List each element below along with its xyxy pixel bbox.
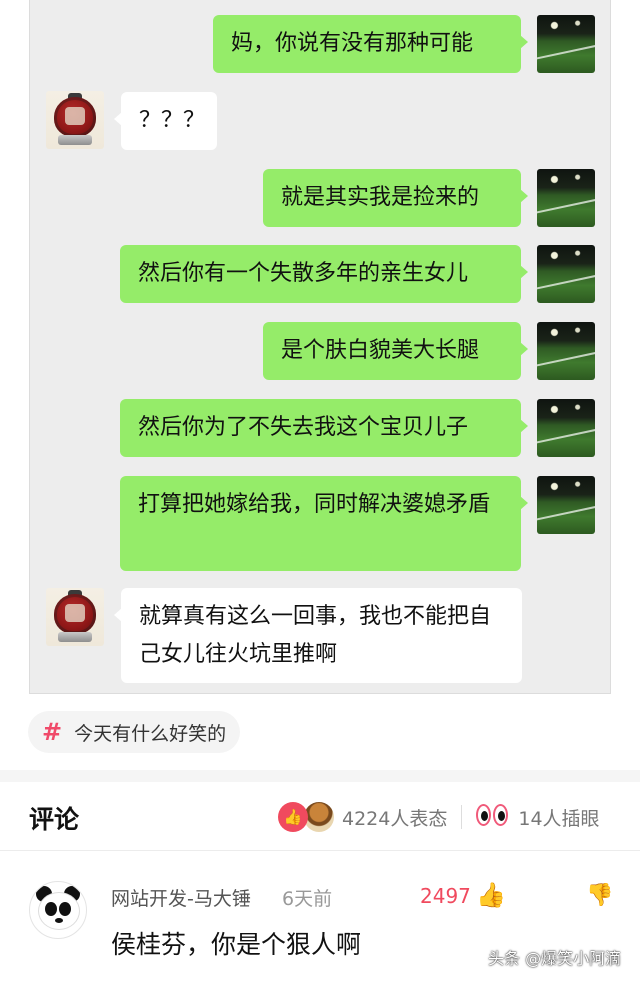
sender-avatar (537, 15, 595, 73)
sender-avatar (537, 169, 595, 227)
receiver-avatar (46, 588, 104, 646)
mushroom-reaction-icon (304, 802, 334, 832)
sender-avatar (537, 245, 595, 303)
commenter-avatar[interactable] (29, 881, 87, 939)
comment-text: 侯桂芬，你是个狠人啊 (111, 930, 362, 959)
message-bubble: 打算把她嫁给我，同时解决婆媳矛盾 (120, 476, 528, 571)
comment-like-count: 2497 (420, 884, 471, 908)
receiver-avatar (46, 91, 104, 149)
thumbs-up-icon[interactable]: 👍 (476, 881, 506, 909)
commenter-name[interactable]: 网站开发-马大锤 (111, 884, 251, 911)
message-bubble: 就算真有这么一回事，我也不能把自己女儿往火坑里推啊 (114, 588, 522, 683)
sender-avatar (537, 476, 595, 534)
message-bubble: 妈，你说有没有那种可能 (213, 15, 528, 73)
topic-label: 今天有什么好笑的 (74, 722, 227, 745)
section-divider (0, 770, 640, 782)
message-bubble: 是个肤白貌美大长腿 (263, 322, 528, 380)
insert-eye-count: 14人插眼 (518, 807, 600, 830)
message-bubble: 然后你为了不失去我这个宝贝儿子 (120, 399, 528, 457)
watermark: 头条 @爆笑小阿滴 (488, 949, 622, 968)
comments-header: 评论 👍 4224人表态 14人插眼 (0, 782, 640, 850)
message-bubble: 然后你有一个失散多年的亲生女儿 (120, 245, 528, 303)
chat-screenshot-image: 妈，你说有没有那种可能 ？？？ 就是其实我是捡来的 然后你有一个失散多年的亲生女… (29, 0, 611, 694)
hashtag-icon: # (42, 718, 63, 746)
thumbs-down-icon[interactable]: 👎 (586, 883, 613, 908)
reaction-count: 4224人表态 (342, 807, 448, 830)
eyes-icon[interactable] (476, 804, 510, 830)
divider (461, 805, 463, 829)
comment-time: 6天前 (282, 888, 333, 910)
like-reaction-icon: 👍 (278, 802, 308, 832)
reactions-summary[interactable]: 👍 4224人表态 14人插眼 (278, 802, 600, 832)
sender-avatar (537, 322, 595, 380)
sender-avatar (537, 399, 595, 457)
topic-tag[interactable]: # 今天有什么好笑的 (28, 711, 241, 753)
message-bubble: 就是其实我是捡来的 (263, 169, 528, 227)
comments-title: 评论 (29, 805, 80, 834)
message-bubble: ？？？ (114, 92, 217, 150)
